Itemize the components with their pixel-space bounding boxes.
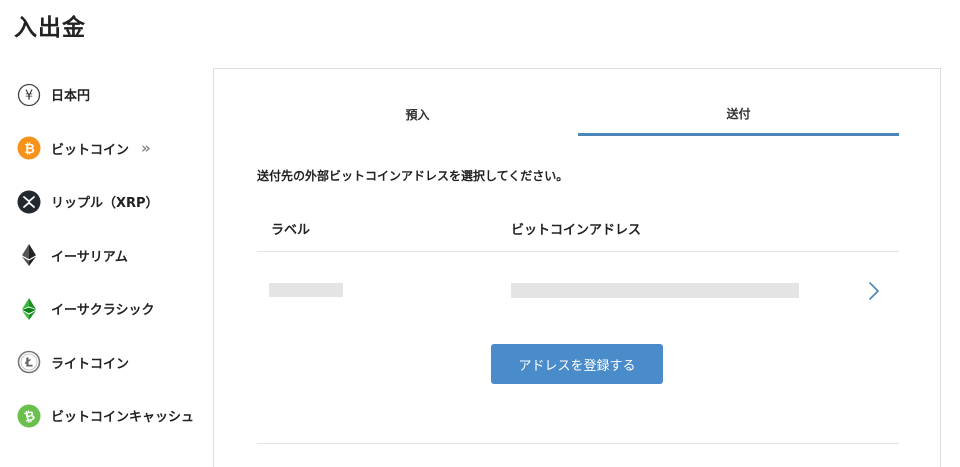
svg-text:₿: ₿: [24, 142, 35, 157]
divider: [257, 443, 899, 444]
sidebar-item-label: イーサリアム: [51, 249, 128, 265]
column-header-label: ラベル: [271, 222, 311, 238]
litecoin-icon: Ł: [17, 350, 41, 374]
sidebar-item-label: ビットコインキャッシュ: [51, 410, 195, 426]
sidebar-item-litecoin[interactable]: Ł ライトコイン: [0, 336, 212, 390]
svg-text:¥: ¥: [25, 88, 33, 103]
redacted-address: [511, 282, 799, 298]
sidebar: ¥ 日本円 ₿ ビットコイン » リップル（XRP） イーサリアム イーサクラシ…: [0, 68, 212, 443]
table-row[interactable]: [257, 252, 899, 328]
sidebar-item-jpy[interactable]: ¥ 日本円: [0, 68, 212, 122]
sidebar-item-label: リップル（XRP）: [51, 196, 159, 212]
sidebar-item-ethereum[interactable]: イーサリアム: [0, 229, 212, 283]
svg-text:Ł: Ł: [24, 356, 33, 370]
sidebar-item-bitcoin[interactable]: ₿ ビットコイン »: [0, 122, 212, 176]
table-header: ラベル ビットコインアドレス: [257, 205, 899, 252]
tab-bar: 預入 送付: [257, 93, 899, 136]
active-indicator-icon: »: [141, 139, 151, 158]
address-value-cell: [511, 282, 899, 298]
page: 入出金 ¥ 日本円 ₿ ビットコイン » リップル（XRP） イーサリアム イー…: [0, 0, 960, 467]
sidebar-item-label: 日本円: [51, 89, 91, 105]
xrp-icon: [17, 190, 41, 214]
bitcoin-cash-icon: ₿: [17, 404, 41, 428]
sidebar-item-label: イーサクラシック: [51, 303, 155, 319]
tab-send[interactable]: 送付: [578, 93, 899, 136]
register-address-button[interactable]: アドレスを登録する: [491, 344, 663, 384]
sidebar-item-label: ライトコイン: [51, 356, 130, 372]
page-title: 入出金: [14, 15, 86, 41]
ethereum-icon: [17, 243, 41, 267]
chevron-right-icon[interactable]: [867, 281, 881, 301]
sidebar-item-xrp[interactable]: リップル（XRP）: [0, 175, 212, 229]
sidebar-item-label: ビットコイン: [51, 142, 130, 158]
bitcoin-icon: ₿: [17, 136, 41, 160]
column-header-address: ビットコインアドレス: [511, 222, 642, 238]
sidebar-item-ethereum-classic[interactable]: イーサクラシック: [0, 282, 212, 336]
sidebar-item-bitcoin-cash[interactable]: ₿ ビットコインキャッシュ: [0, 389, 212, 443]
address-label-cell: [257, 283, 511, 297]
instruction-text: 送付先の外部ビットコインアドレスを選択してください。: [257, 169, 569, 183]
transfer-panel: 預入 送付 送付先の外部ビットコインアドレスを選択してください。 ラベル ビット…: [213, 68, 941, 467]
redacted-label: [269, 283, 343, 297]
address-table: ラベル ビットコインアドレス: [257, 205, 899, 328]
tab-deposit[interactable]: 預入: [257, 93, 578, 136]
ethereum-classic-icon: [17, 297, 41, 321]
yen-icon: ¥: [17, 83, 41, 107]
